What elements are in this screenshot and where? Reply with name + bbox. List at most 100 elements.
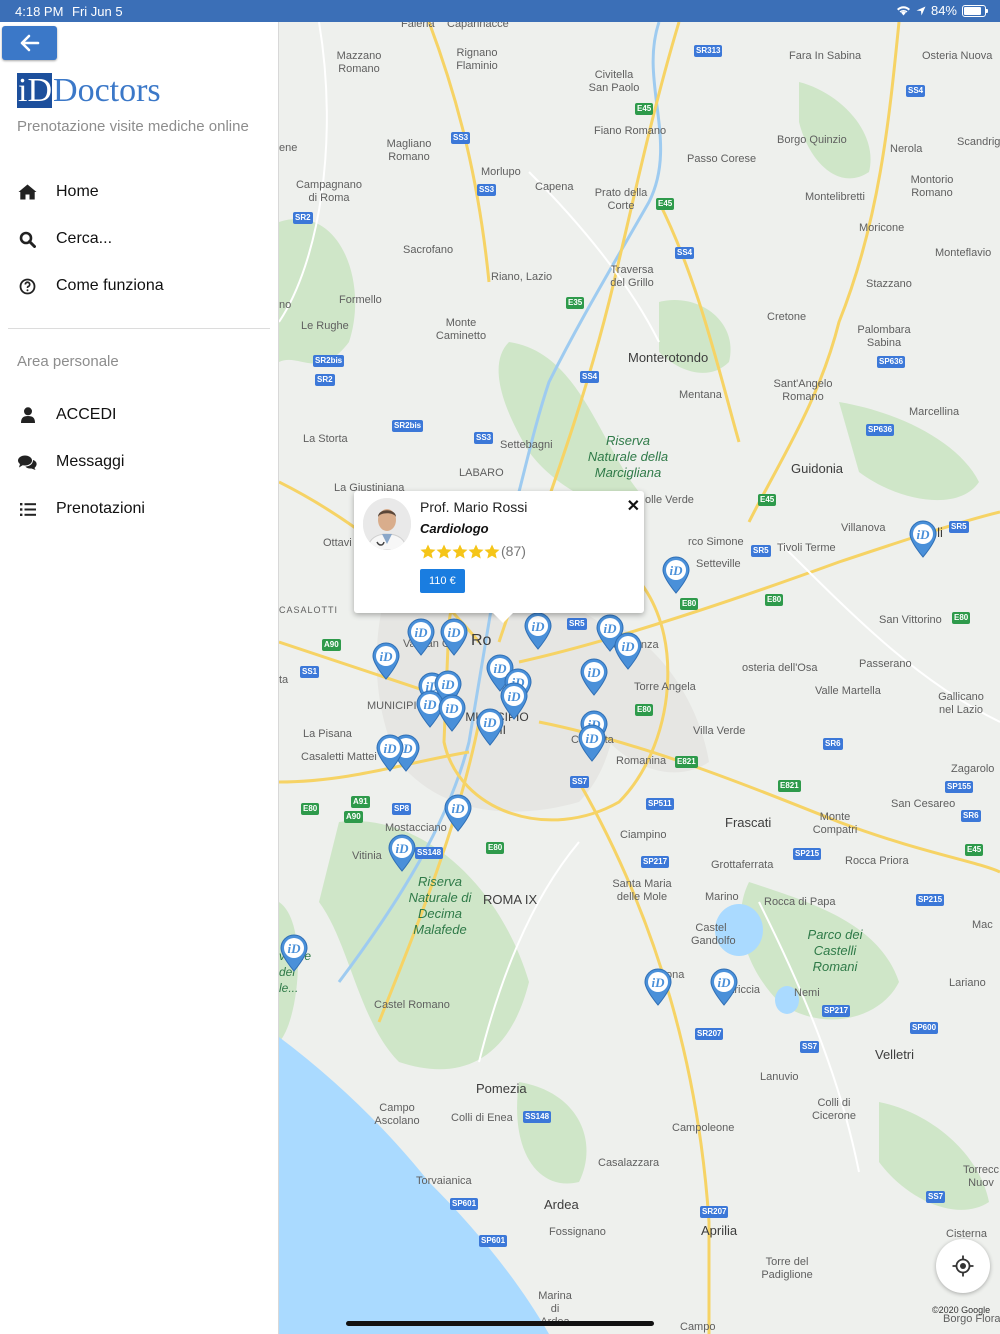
road-shield: SP217 <box>822 1005 851 1017</box>
road-shield: SP511 <box>646 798 674 810</box>
map-label: Ro <box>471 632 492 649</box>
map-label: Formello <box>339 294 382 306</box>
doctor-map-pin[interactable]: iD <box>387 834 417 872</box>
svg-text:iD: iD <box>622 639 636 654</box>
doctor-map-pin[interactable]: iD <box>643 968 673 1006</box>
battery-percent: 84% <box>930 3 957 18</box>
map-label: Marino <box>705 891 739 903</box>
doctor-map-pin[interactable]: iD <box>908 520 938 558</box>
map-label: ta <box>279 674 289 686</box>
map-label: La Pisana <box>303 728 352 740</box>
road-shield: SS1 <box>300 666 320 678</box>
doctor-map-pin[interactable]: iD <box>437 694 467 732</box>
search-icon <box>19 231 36 248</box>
map-label: San Vittorino <box>879 614 942 626</box>
doctor-map-pin[interactable]: iD <box>709 968 739 1006</box>
svg-text:iD: iD <box>380 649 394 664</box>
map-label: Rocca di Papa <box>764 896 836 908</box>
doctor-map-pin[interactable]: iD <box>443 794 473 832</box>
map-label: Castel Romano <box>374 999 450 1011</box>
doctor-map-pin[interactable]: iD <box>579 658 609 696</box>
doctor-rating: (87) <box>420 543 526 559</box>
doctor-info-popup[interactable]: Prof. Mario Rossi Cardiologo (87) 110 € … <box>354 491 644 623</box>
map-label: San Cesareo <box>891 798 956 810</box>
map-label: Torrecc Nuov <box>962 1164 1000 1189</box>
map-label: Zagarolo <box>951 763 995 775</box>
map-label: olle Verde <box>645 494 694 506</box>
road-shield: A90 <box>322 639 341 651</box>
svg-text:iD: iD <box>670 563 684 578</box>
road-shield: SR5 <box>751 545 771 557</box>
svg-text:iD: iD <box>586 731 600 746</box>
nav-label: Prenotazioni <box>56 500 145 517</box>
road-shield: SP601 <box>450 1198 479 1210</box>
my-location-button[interactable] <box>936 1239 990 1293</box>
map-view[interactable]: Faleria Capannacce Mazzano Romano Rignan… <box>279 22 1000 1334</box>
status-time: 4:18 PM <box>15 4 64 19</box>
nav-login[interactable]: ACCEDI <box>0 396 278 434</box>
side-menu: iD Doctors Prenotazione visite mediche on… <box>0 22 279 1334</box>
nav-label: Messaggi <box>56 453 125 470</box>
nav-search[interactable]: Cerca... <box>0 220 278 258</box>
road-shield: SS3 <box>477 184 497 196</box>
map-label: Monteflavio <box>935 247 992 259</box>
logo-mark: iD <box>17 73 53 108</box>
map-label: Romanina <box>616 755 667 767</box>
map-label: Torre del Padiglione <box>761 1256 813 1281</box>
nav-messages[interactable]: Messaggi <box>0 443 278 481</box>
map-label: Monte Caminetto <box>435 317 487 342</box>
price-badge[interactable]: 110 € <box>420 569 465 593</box>
road-shield: SR2 <box>315 374 335 386</box>
doctor-specialty: Cardiologo <box>420 521 489 536</box>
road-shield: E80 <box>301 803 320 815</box>
doctor-name: Prof. Mario Rossi <box>420 499 528 515</box>
svg-text:iD: iD <box>917 527 931 542</box>
doctor-map-pin[interactable]: iD <box>661 556 691 594</box>
road-shield: SR207 <box>700 1206 729 1218</box>
doctor-map-pin[interactable]: iD <box>439 618 469 656</box>
close-popup-button[interactable]: ✕ <box>627 496 640 516</box>
home-indicator <box>346 1321 654 1326</box>
map-label: Guidonia <box>791 461 844 476</box>
map-label: LABARO <box>459 467 504 479</box>
nav-how-it-works[interactable]: Come funziona <box>0 267 278 305</box>
doctor-map-pin[interactable]: iD <box>375 734 405 772</box>
user-icon <box>20 407 35 423</box>
logo-text: Doctors <box>53 72 161 109</box>
map-label: Fara In Sabina <box>789 50 862 62</box>
doctor-map-pin[interactable]: iD <box>475 708 505 746</box>
battery-icon <box>962 4 988 17</box>
road-shield: SP155 <box>945 781 974 793</box>
map-label: ROMA IX <box>483 892 538 907</box>
map-label: ene <box>279 142 298 154</box>
road-shield: E821 <box>675 756 698 768</box>
tagline: Prenotazione visite mediche online <box>17 118 249 135</box>
map-label: Civitella San Paolo <box>588 69 640 94</box>
map-label: Mac <box>972 919 993 931</box>
arrow-left-icon <box>20 34 39 52</box>
doctor-map-pin[interactable]: iD <box>406 618 436 656</box>
road-shield: A91 <box>351 796 370 808</box>
location-arrow-icon <box>916 6 926 15</box>
doctor-map-pin[interactable]: iD <box>613 632 643 670</box>
doctor-map-pin[interactable]: iD <box>279 934 309 972</box>
back-button[interactable] <box>2 26 57 60</box>
rating-stars <box>420 544 500 559</box>
nav-bookings[interactable]: Prenotazioni <box>0 490 278 528</box>
map-label: Sacrofano <box>403 244 454 256</box>
nav-label: Home <box>56 183 99 200</box>
status-bar: 4:18 PM Fri Jun 5 84% <box>0 0 1000 22</box>
map-label: Morlupo <box>481 166 521 178</box>
star-icon <box>420 544 436 558</box>
doctor-map-pin[interactable]: iD <box>523 612 553 650</box>
map-label: Villanova <box>841 522 886 534</box>
status-date: Fri Jun 5 <box>72 4 123 19</box>
map-label: Scandrig <box>957 136 1000 148</box>
doctor-map-pin[interactable]: iD <box>371 642 401 680</box>
doctor-map-pin[interactable]: iD <box>577 724 607 762</box>
map-label: Le Rughe <box>301 320 349 332</box>
road-shield: SS7 <box>570 776 590 788</box>
map-label: Torre Angela <box>634 681 696 693</box>
map-label: Tivoli Terme <box>777 542 836 554</box>
nav-home[interactable]: Home <box>0 173 278 211</box>
